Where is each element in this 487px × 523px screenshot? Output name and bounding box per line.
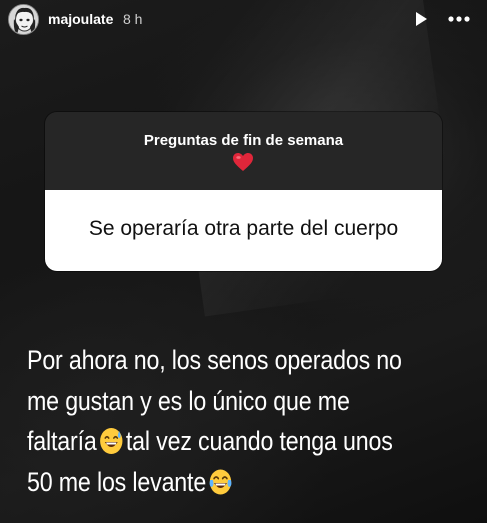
answer-text-segment: tal vez cuando tenga unos (125, 426, 393, 456)
answer-text: Por ahora no, los senos operados no me g… (27, 340, 414, 502)
question-sticker[interactable]: Preguntas de fin de semana Se operaría o… (45, 112, 442, 271)
question-text: Se operaría otra parte del cuerpo (88, 217, 399, 240)
play-button[interactable] (412, 10, 430, 28)
post-time: 8 h (123, 11, 143, 27)
question-sticker-title: Preguntas de fin de semana (143, 132, 344, 149)
question-sticker-body: Se operaría otra parte del cuerpo (45, 190, 442, 271)
question-sticker-header: Preguntas de fin de semana (45, 112, 442, 190)
tears-of-joy-emoji-icon (209, 469, 232, 494)
profile-avatar-icon (9, 5, 38, 34)
answer-text-segment: 50 me los levante (27, 466, 207, 497)
heart-icon (233, 153, 253, 171)
more-options-button[interactable] (447, 10, 471, 28)
answer-text-segment: faltaría (27, 426, 97, 456)
answer-line: Por ahora no, los senos operados no (27, 345, 402, 375)
answer-line: faltaría tal vez cuando tenga unos (27, 421, 414, 462)
grinning-sweat-emoji-icon (100, 428, 123, 454)
answer-line: me gustan y es lo único que me (27, 385, 350, 416)
avatar[interactable] (8, 4, 39, 35)
story-header: majoulate 8 h (0, 0, 487, 40)
play-icon (416, 12, 427, 26)
more-dots-icon (448, 16, 470, 22)
answer-line: 50 me los levante (27, 462, 414, 503)
username[interactable]: majoulate (48, 11, 113, 27)
story-view[interactable]: majoulate 8 h Preguntas de fin de semana… (0, 0, 487, 523)
